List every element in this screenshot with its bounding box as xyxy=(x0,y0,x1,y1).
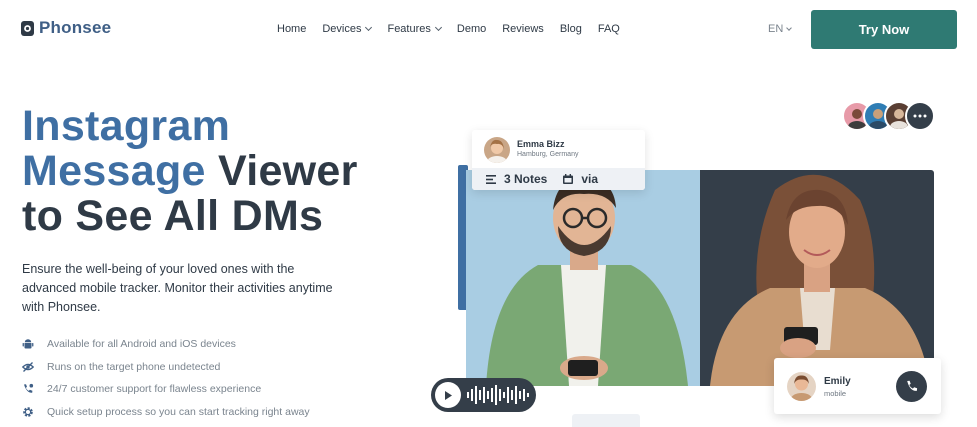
play-icon[interactable] xyxy=(435,382,461,408)
nav-demo-label: Demo xyxy=(456,23,487,35)
feature-item: 24/7 customer support for flawless exper… xyxy=(22,378,310,401)
caller-name: Emily xyxy=(824,376,851,387)
nav-faq[interactable]: FAQ xyxy=(598,23,620,35)
gear-icon xyxy=(22,406,34,418)
brand-name: Phonsee xyxy=(39,18,112,37)
phone-logo-icon xyxy=(21,20,34,36)
call-button[interactable] xyxy=(896,371,927,402)
nav-blog-label: Blog xyxy=(559,23,582,35)
headline-see-all-dms: to See All DMs xyxy=(22,192,324,240)
eye-slash-icon xyxy=(22,361,34,373)
headline-viewer: Viewer xyxy=(218,147,358,195)
hero-description: Ensure the well-being of your loved ones… xyxy=(22,262,333,314)
headline-accent-instagram: Instagram xyxy=(22,102,231,150)
notes-item: 3 Notes xyxy=(486,172,547,186)
feature-list: Available for all Android and iOS device… xyxy=(22,333,310,423)
more-avatars-icon[interactable] xyxy=(905,101,935,131)
support-phone-icon xyxy=(22,383,34,395)
feature-text: 24/7 customer support for flawless exper… xyxy=(47,383,262,396)
feature-item: Available for all Android and iOS device… xyxy=(22,333,310,356)
call-card[interactable]: Emily mobile xyxy=(774,358,941,414)
audio-player[interactable] xyxy=(431,378,536,412)
nav-faq-label: FAQ xyxy=(597,23,620,35)
feature-item: Runs on the target phone undetected xyxy=(22,356,310,379)
calendar-icon xyxy=(563,174,574,184)
profile-name: Emma Bizz xyxy=(517,139,565,149)
language-selector[interactable]: EN xyxy=(768,23,793,35)
nav-features-label: Features xyxy=(387,23,431,35)
avatar xyxy=(484,137,510,163)
nav-home[interactable]: Home xyxy=(277,23,306,35)
profile-meta: 3 Notes via xyxy=(472,168,645,190)
brand-logo[interactable]: Phonsee xyxy=(20,18,111,38)
via-label: via xyxy=(581,172,599,186)
chevron-down-icon xyxy=(434,23,442,32)
nav-demo[interactable]: Demo xyxy=(457,23,486,35)
android-icon xyxy=(22,338,34,350)
nav-devices[interactable]: Devices xyxy=(322,23,373,35)
notes-icon xyxy=(486,174,496,184)
hero-headline: Instagram Message Viewer to See All DMs xyxy=(22,104,442,239)
woman-photo xyxy=(700,170,934,386)
phone-icon xyxy=(907,380,918,391)
headline-accent-message: Message xyxy=(22,147,206,195)
main-menu: Home Devices Features Demo Reviews Blog … xyxy=(277,23,636,35)
avatar xyxy=(787,372,816,401)
top-navbar: Phonsee Home Devices Features Demo Revie… xyxy=(0,0,977,60)
nav-reviews-label: Reviews xyxy=(502,23,544,35)
profile-card[interactable]: Emma Bizz Hamburg, Germany 3 Notes via xyxy=(472,130,645,190)
waveform-icon xyxy=(467,385,529,405)
try-now-button[interactable]: Try Now xyxy=(811,10,957,49)
caller-type: mobile xyxy=(824,389,847,398)
feature-text: Runs on the target phone undetected xyxy=(47,360,221,373)
chevron-down-icon xyxy=(365,23,373,32)
notes-count: 3 Notes xyxy=(504,172,548,186)
feature-text: Quick setup process so you can start tra… xyxy=(47,406,310,419)
nav-devices-label: Devices xyxy=(322,23,362,35)
profile-location: Hamburg, Germany xyxy=(517,151,579,158)
nav-blog[interactable]: Blog xyxy=(560,23,582,35)
language-label: EN xyxy=(768,23,784,35)
feature-text: Available for all Android and iOS device… xyxy=(47,338,236,351)
nav-features[interactable]: Features xyxy=(387,23,442,35)
partial-card xyxy=(572,414,640,427)
user-avatar-stack xyxy=(842,101,935,131)
nav-reviews[interactable]: Reviews xyxy=(502,23,544,35)
via-item: via xyxy=(563,172,598,186)
feature-item: Quick setup process so you can start tra… xyxy=(22,401,310,424)
man-photo xyxy=(466,170,700,386)
chevron-down-icon xyxy=(786,24,793,31)
nav-home-label: Home xyxy=(277,23,307,35)
